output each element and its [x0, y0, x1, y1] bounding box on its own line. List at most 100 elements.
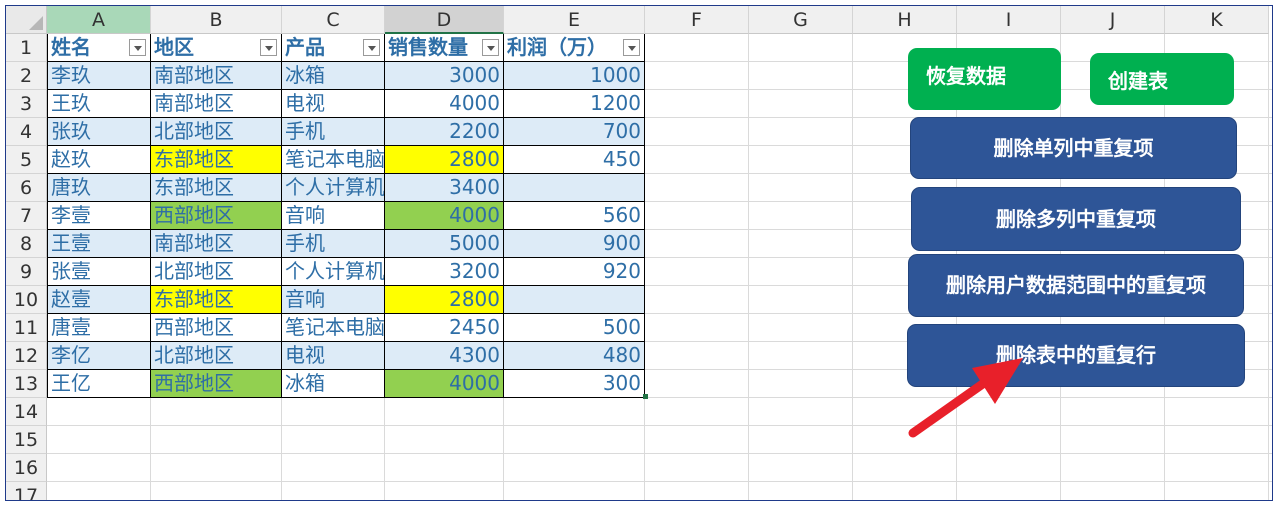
table-cell[interactable]: 冰箱 — [282, 370, 385, 398]
table-cell[interactable]: 王壹 — [47, 230, 151, 258]
table-cell[interactable]: 笔记本电脑 — [282, 314, 385, 342]
column-header-g[interactable]: G — [749, 6, 853, 34]
table-cell[interactable]: 西部地区 — [151, 314, 282, 342]
table-cell[interactable]: 李亿 — [47, 342, 151, 370]
table-cell[interactable]: 500 — [504, 314, 645, 342]
delete-table-duplicate-rows-button[interactable]: 删除表中的重复行 — [907, 324, 1245, 387]
table-cell[interactable]: 920 — [504, 258, 645, 286]
row-header-7[interactable]: 7 — [6, 202, 47, 230]
table-cell[interactable]: 张玖 — [47, 118, 151, 146]
table-header-cell[interactable]: 产品 — [282, 34, 385, 62]
table-cell[interactable]: 个人计算机 — [282, 258, 385, 286]
row-header-4[interactable]: 4 — [6, 118, 47, 146]
table-header-cell[interactable]: 地区 — [151, 34, 282, 62]
table-cell[interactable]: 音响 — [282, 202, 385, 230]
table-cell[interactable]: 张壹 — [47, 258, 151, 286]
table-cell[interactable]: 300 — [504, 370, 645, 398]
restore-data-button[interactable]: 恢复数据 — [908, 48, 1061, 110]
delete-single-column-duplicates-button[interactable]: 删除单列中重复项 — [910, 117, 1237, 179]
table-cell[interactable]: 冰箱 — [282, 62, 385, 90]
table-cell[interactable]: 1200 — [504, 90, 645, 118]
table-cell[interactable]: 南部地区 — [151, 62, 282, 90]
column-header-b[interactable]: B — [151, 6, 282, 34]
table-cell[interactable]: 手机 — [282, 230, 385, 258]
table-cell[interactable]: 电视 — [282, 342, 385, 370]
table-resize-handle[interactable] — [643, 394, 648, 399]
table-cell[interactable]: 1000 — [504, 62, 645, 90]
table-cell[interactable]: 唐壹 — [47, 314, 151, 342]
table-cell[interactable]: 个人计算机 — [282, 174, 385, 202]
column-header-i[interactable]: I — [957, 6, 1061, 34]
table-cell[interactable]: 4000 — [385, 90, 504, 118]
table-cell[interactable]: 4300 — [385, 342, 504, 370]
filter-dropdown-icon[interactable] — [482, 39, 499, 56]
table-header-cell[interactable]: 利润（万） — [504, 34, 645, 62]
worksheet-grid[interactable]: A B C D E F G H I J K 1 2 3 4 5 6 7 8 9 10 11 12 13 14 15 16 17 姓名 地区… — [6, 6, 1272, 500]
table-cell[interactable]: 手机 — [282, 118, 385, 146]
table-header-cell[interactable]: 姓名 — [47, 34, 151, 62]
table-cell[interactable]: 音响 — [282, 286, 385, 314]
filter-dropdown-icon[interactable] — [363, 39, 380, 56]
table-cell[interactable]: 赵壹 — [47, 286, 151, 314]
column-header-d[interactable]: D — [385, 6, 504, 34]
table-cell[interactable] — [504, 174, 645, 202]
row-header-13[interactable]: 13 — [6, 370, 47, 398]
table-cell[interactable]: 3200 — [385, 258, 504, 286]
table-cell[interactable]: 李玖 — [47, 62, 151, 90]
table-cell[interactable]: 4000 — [385, 370, 504, 398]
row-header-6[interactable]: 6 — [6, 174, 47, 202]
table-cell[interactable]: 2450 — [385, 314, 504, 342]
filter-dropdown-icon[interactable] — [623, 39, 640, 56]
table-cell[interactable]: 4000 — [385, 202, 504, 230]
delete-multi-column-duplicates-button[interactable]: 删除多列中重复项 — [911, 187, 1241, 251]
table-cell[interactable]: 西部地区 — [151, 370, 282, 398]
table-cell[interactable]: 700 — [504, 118, 645, 146]
table-cell[interactable]: 东部地区 — [151, 174, 282, 202]
table-header-cell[interactable]: 销售数量 — [385, 34, 504, 62]
table-cell[interactable] — [504, 286, 645, 314]
table-cell[interactable]: 北部地区 — [151, 118, 282, 146]
filter-dropdown-icon[interactable] — [260, 39, 277, 56]
table-cell[interactable]: 5000 — [385, 230, 504, 258]
table-cell[interactable]: 西部地区 — [151, 202, 282, 230]
row-header-3[interactable]: 3 — [6, 90, 47, 118]
row-header-16[interactable]: 16 — [6, 454, 47, 482]
row-header-10[interactable]: 10 — [6, 286, 47, 314]
table-cell[interactable]: 3400 — [385, 174, 504, 202]
delete-range-duplicates-button[interactable]: 删除用户数据范围中的重复项 — [908, 254, 1244, 317]
column-header-h[interactable]: H — [853, 6, 957, 34]
row-header-15[interactable]: 15 — [6, 426, 47, 454]
table-cell[interactable]: 450 — [504, 146, 645, 174]
table-cell[interactable]: 2800 — [385, 286, 504, 314]
table-cell[interactable]: 笔记本电脑 — [282, 146, 385, 174]
table-cell[interactable]: 赵玖 — [47, 146, 151, 174]
table-cell[interactable]: 李壹 — [47, 202, 151, 230]
row-header-2[interactable]: 2 — [6, 62, 47, 90]
table-cell[interactable]: 王亿 — [47, 370, 151, 398]
table-cell[interactable]: 王玖 — [47, 90, 151, 118]
filter-dropdown-icon[interactable] — [129, 39, 146, 56]
table-cell[interactable]: 南部地区 — [151, 230, 282, 258]
table-cell[interactable]: 560 — [504, 202, 645, 230]
row-header-8[interactable]: 8 — [6, 230, 47, 258]
table-cell[interactable]: 电视 — [282, 90, 385, 118]
table-cell[interactable]: 东部地区 — [151, 146, 282, 174]
table-cell[interactable]: 900 — [504, 230, 645, 258]
row-header-5[interactable]: 5 — [6, 146, 47, 174]
table-cell[interactable]: 南部地区 — [151, 90, 282, 118]
table-cell[interactable]: 480 — [504, 342, 645, 370]
row-header-14[interactable]: 14 — [6, 398, 47, 426]
table-cell[interactable]: 2200 — [385, 118, 504, 146]
row-header-11[interactable]: 11 — [6, 314, 47, 342]
table-cell[interactable]: 北部地区 — [151, 258, 282, 286]
row-header-1[interactable]: 1 — [6, 34, 47, 62]
row-header-12[interactable]: 12 — [6, 342, 47, 370]
table-cell[interactable]: 东部地区 — [151, 286, 282, 314]
table-cell[interactable]: 北部地区 — [151, 342, 282, 370]
column-header-k[interactable]: K — [1165, 6, 1269, 34]
row-header-9[interactable]: 9 — [6, 258, 47, 286]
table-cell[interactable]: 唐玖 — [47, 174, 151, 202]
column-header-j[interactable]: J — [1061, 6, 1165, 34]
column-header-c[interactable]: C — [282, 6, 385, 34]
table-cell[interactable]: 2800 — [385, 146, 504, 174]
